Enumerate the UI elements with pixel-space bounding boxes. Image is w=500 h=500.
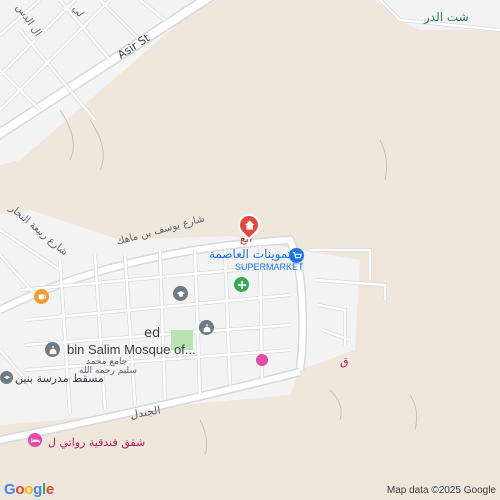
logo-letter: o bbox=[15, 481, 25, 498]
home-glyph-icon bbox=[244, 220, 254, 230]
shopping-cart-icon[interactable] bbox=[289, 248, 304, 263]
supermarket-arabic-label: تموينات العاصمة bbox=[209, 247, 292, 261]
map-attribution[interactable]: Map data ©2025 Google bbox=[387, 485, 496, 496]
mosque-icon[interactable] bbox=[199, 320, 214, 335]
logo-letter: G bbox=[4, 481, 16, 498]
google-logo: Google bbox=[4, 481, 54, 498]
logo-letter: o bbox=[24, 481, 34, 498]
mosque-glyph-icon bbox=[49, 345, 56, 354]
mosque-prefix-label: ed bbox=[144, 326, 161, 341]
coffee-icon[interactable] bbox=[34, 289, 49, 304]
top-right-area-label: شت الدر bbox=[424, 10, 469, 24]
bed-icon[interactable] bbox=[28, 433, 42, 447]
store-flower-icon[interactable] bbox=[234, 277, 249, 292]
logo-letter: e bbox=[45, 481, 54, 498]
flower-glyph-icon bbox=[237, 280, 246, 289]
mosque-icon-left[interactable] bbox=[45, 342, 60, 357]
logo-letter: g bbox=[33, 481, 42, 498]
mosque-english-label: bin Salim Mosque of... bbox=[67, 342, 196, 357]
graduation-cap-glyph-icon bbox=[3, 375, 10, 379]
school-label: مسقط مدرسة بنين bbox=[15, 372, 104, 385]
place-icon-pink[interactable] bbox=[256, 354, 268, 366]
apartments-label: شقق فندقية رواتي ل bbox=[48, 436, 146, 449]
mosque-glyph-icon bbox=[203, 323, 210, 332]
coffee-glyph-icon bbox=[38, 294, 46, 299]
right-edge-place-label: ق bbox=[340, 355, 349, 368]
graduation-cap-glyph-icon bbox=[176, 290, 185, 297]
supermarket-english-label: SUPERMARKET bbox=[235, 262, 304, 272]
school-icon[interactable] bbox=[173, 286, 188, 301]
bed-glyph-icon bbox=[30, 437, 40, 443]
cart-glyph-icon bbox=[292, 251, 302, 258]
place-icon-school[interactable] bbox=[0, 371, 13, 384]
map-canvas[interactable]: Asir St ال الدس لي شت الدر شارع يوسف بن … bbox=[0, 0, 500, 500]
